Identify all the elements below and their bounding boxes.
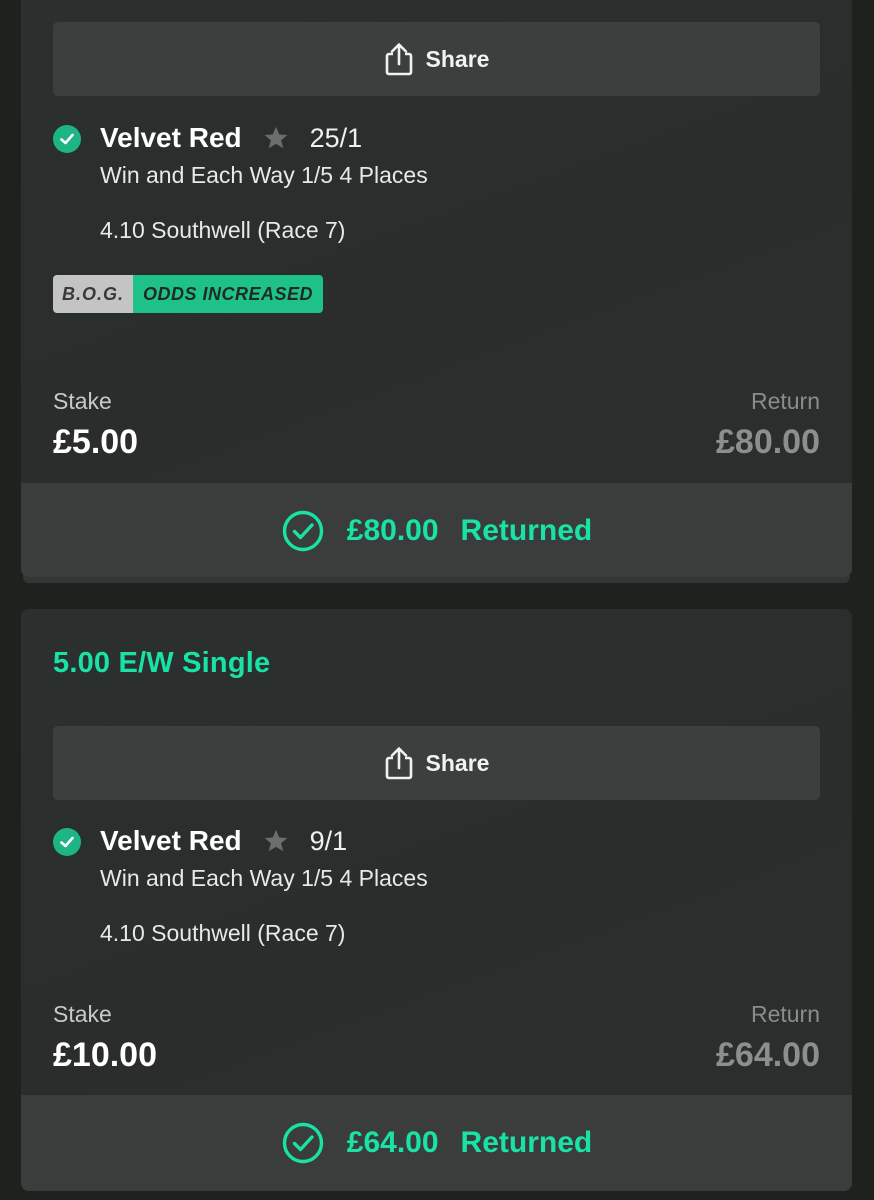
runner-name: Velvet Red	[100, 825, 242, 856]
returned-label: Returned	[460, 514, 593, 547]
selection: Velvet Red 25/1 Win and Each Way 1/5 4 P…	[53, 122, 820, 243]
stake-label: Stake	[53, 1001, 112, 1027]
share-icon	[385, 747, 412, 780]
returned-label: Returned	[460, 1126, 593, 1159]
stake-value: £10.00	[53, 1036, 157, 1074]
share-label: Share	[425, 45, 490, 72]
return-label: Return	[750, 388, 820, 414]
returned-amount: £64.00	[346, 1126, 439, 1159]
share-button[interactable]: Share	[53, 726, 820, 800]
return-value: £80.00	[716, 423, 820, 461]
check-circle-outline-icon	[282, 510, 323, 552]
share-icon	[385, 43, 412, 76]
bog-badge: B.O.G.	[53, 275, 134, 313]
odds-badge: B.O.G. ODDS INCREASED	[53, 275, 324, 313]
event-name: 4.10 Southwell (Race 7)	[100, 920, 346, 946]
odds: 9/1	[309, 825, 348, 856]
share-label: Share	[425, 749, 490, 776]
check-circle-outline-icon	[282, 1122, 323, 1164]
stake-value: £5.00	[53, 423, 139, 461]
runner-name: Velvet Red	[100, 122, 242, 153]
share-button[interactable]: Share	[53, 22, 820, 96]
bet-type-title: 5.00 E/W Single	[53, 647, 271, 679]
return-value: £64.00	[716, 1036, 820, 1074]
odds: 25/1	[309, 122, 363, 153]
star-icon[interactable]	[262, 124, 290, 152]
returned-banner: £80.00 Returned	[21, 483, 852, 577]
bet-card-1: Share Velvet Red 25/1 Win and Each Way 1…	[21, 0, 852, 577]
odds-increased-badge: ODDS INCREASED	[133, 275, 324, 313]
returned-banner: £64.00 Returned	[21, 1095, 852, 1191]
check-circle-icon	[53, 828, 81, 856]
star-icon[interactable]	[262, 827, 290, 855]
returned-amount: £80.00	[346, 514, 439, 547]
return-label: Return	[750, 1001, 820, 1027]
market-type: Win and Each Way 1/5 4 Places	[100, 162, 428, 188]
selection: Velvet Red 9/1 Win and Each Way 1/5 4 Pl…	[53, 825, 820, 946]
check-circle-icon	[53, 125, 81, 153]
stake-label: Stake	[53, 388, 112, 414]
bet-card-2: 5.00 E/W Single Share Velvet Red 9/1 Win…	[21, 609, 852, 1191]
event-name: 4.10 Southwell (Race 7)	[100, 217, 346, 243]
market-type: Win and Each Way 1/5 4 Places	[100, 865, 428, 891]
